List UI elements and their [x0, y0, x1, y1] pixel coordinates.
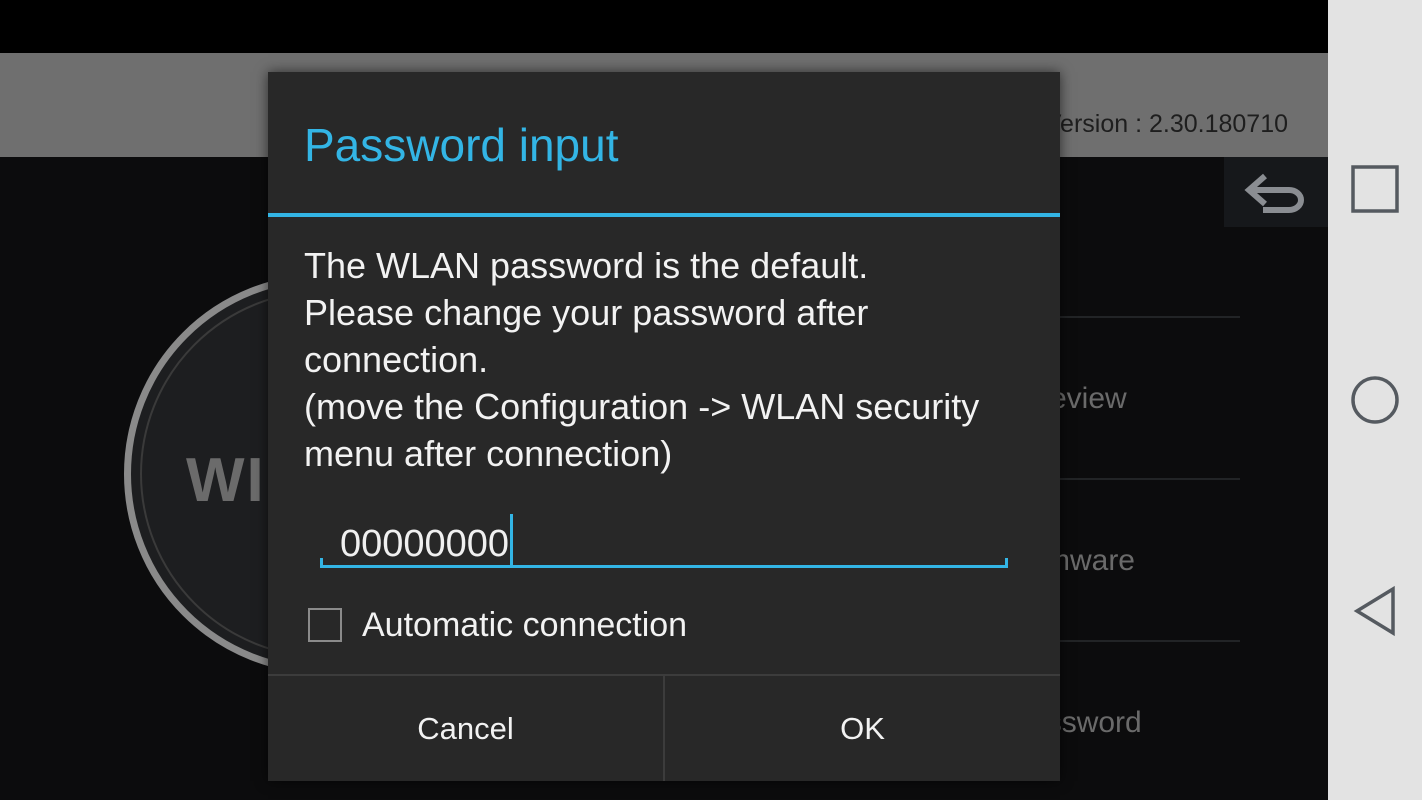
menu-item-password[interactable]: Password — [1010, 642, 1240, 800]
back-arrow-icon — [1244, 173, 1304, 213]
recents-button[interactable] — [1328, 144, 1422, 234]
password-value: 00000000 — [340, 523, 510, 565]
text-cursor — [510, 514, 514, 566]
input-underline — [320, 565, 1008, 568]
input-underline-tick — [1005, 558, 1008, 568]
auto-connect-row[interactable]: Automatic connection — [308, 606, 808, 650]
auto-connect-label: Automatic connection — [362, 606, 688, 644]
square-icon — [1351, 165, 1399, 213]
cancel-button[interactable]: Cancel — [268, 676, 663, 781]
status-strip — [0, 0, 1328, 53]
system-navigation-bar — [1328, 0, 1422, 800]
dialog-message: The WLAN password is the default. Please… — [304, 245, 980, 474]
password-value-wrap: 00000000 — [340, 514, 514, 566]
home-button[interactable] — [1328, 355, 1422, 445]
password-input[interactable]: 00000000 — [320, 500, 1008, 568]
back-button[interactable] — [1224, 157, 1328, 227]
triangle-icon — [1353, 585, 1395, 637]
dialog-title: Password input — [304, 119, 619, 171]
circle-icon — [1351, 376, 1399, 424]
ok-button[interactable]: OK — [665, 676, 1060, 781]
version-label: Version : 2.30.180710 — [1044, 110, 1288, 138]
input-underline-tick — [320, 558, 323, 568]
nav-back-button[interactable] — [1328, 566, 1422, 656]
menu-item-firmware[interactable]: Firmware — [1010, 480, 1240, 642]
menu-item-preview[interactable]: Preview — [1020, 318, 1240, 480]
password-input-dialog: Password input The WLAN password is the … — [268, 72, 1060, 781]
auto-connect-checkbox[interactable] — [308, 608, 342, 642]
title-divider — [268, 213, 1060, 217]
